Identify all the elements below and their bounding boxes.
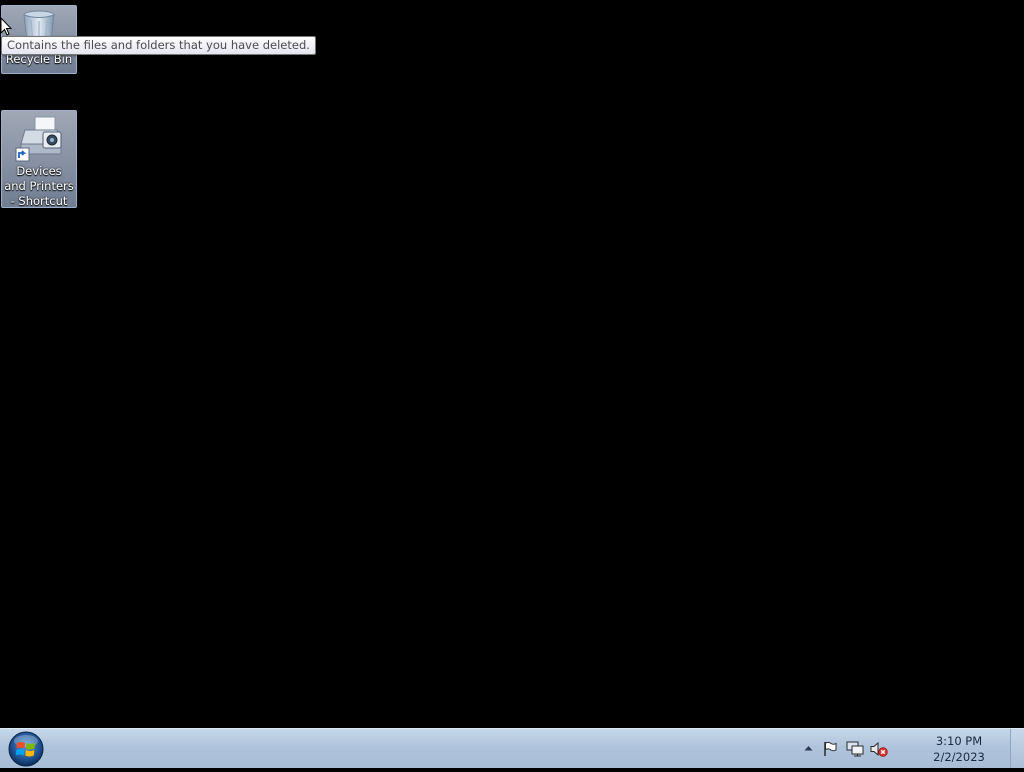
desktop-icon-label: Devices and Printers - Shortcut [4, 164, 74, 208]
taskbar: 3:10 PM 2/2/2023 [0, 728, 1024, 768]
desktop[interactable]: Recycle Bin Contains the files and folde… [0, 0, 1024, 728]
system-tray: 3:10 PM 2/2/2023 [794, 729, 994, 769]
volume-muted-icon[interactable] [870, 741, 888, 757]
show-hidden-icons-chevron-icon[interactable] [804, 745, 813, 751]
start-button[interactable] [4, 730, 48, 768]
windows-logo-icon [8, 731, 44, 767]
tooltip: Contains the files and folders that you … [1, 36, 316, 55]
show-desktop-button[interactable] [1010, 729, 1024, 768]
clock-time: 3:10 PM [935, 734, 983, 748]
network-icon[interactable] [846, 741, 864, 757]
action-center-flag-icon[interactable] [822, 741, 838, 757]
desktop-icon-devices-and-printers[interactable]: Devices and Printers - Shortcut [1, 110, 77, 208]
devices-and-printers-icon [15, 116, 62, 162]
clock[interactable]: 3:10 PM 2/2/2023 [924, 733, 994, 765]
clock-date: 2/2/2023 [933, 750, 985, 764]
mouse-cursor-icon [0, 17, 12, 36]
